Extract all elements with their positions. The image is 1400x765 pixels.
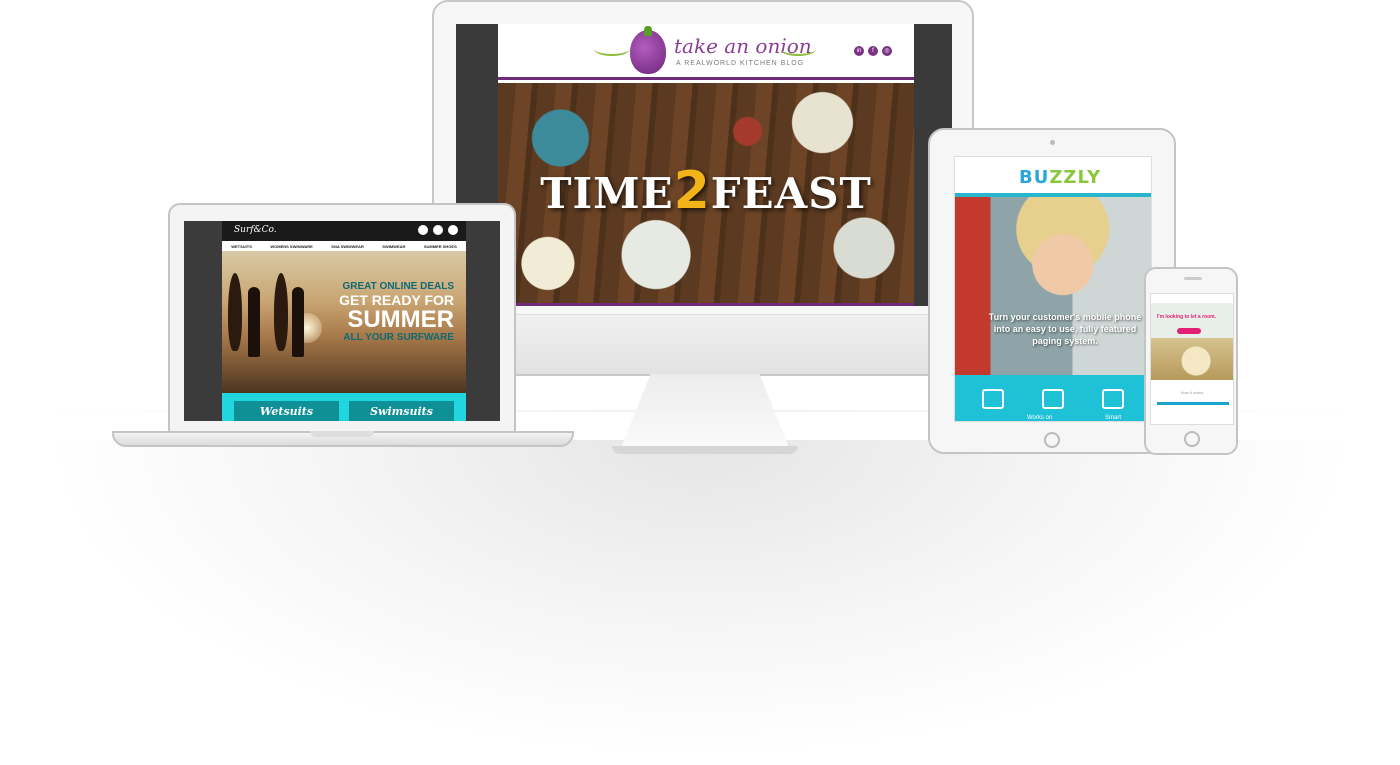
- linkedin-icon[interactable]: [418, 225, 428, 235]
- money-icon: [1102, 389, 1124, 409]
- room-site-divider: [1157, 402, 1229, 405]
- buzzly-header: BUZZLY: [955, 157, 1151, 197]
- phone: I'm looking to let a room. How it works: [1144, 267, 1238, 455]
- monitor-stand-base: [612, 446, 798, 454]
- surfer-silhouette: [248, 287, 260, 357]
- facebook-icon[interactable]: f: [868, 46, 878, 56]
- surf-shop-hero-copy: GREAT ONLINE DEALS GET READY FOR SUMMER …: [339, 281, 454, 343]
- surfboard-silhouette: [228, 273, 242, 351]
- floor-shadow: [40, 440, 1360, 760]
- food-blog-hero: TIME2FEAST: [498, 83, 914, 306]
- phone-speaker: [1184, 277, 1202, 280]
- category-swimsuits[interactable]: Swimsuits: [349, 401, 454, 421]
- surfer-silhouette: [292, 287, 304, 357]
- facebook-icon[interactable]: [433, 225, 443, 235]
- surf-shop-brand: Surf&Co.: [234, 225, 277, 235]
- strip-caption-works: Works on: [1027, 415, 1053, 421]
- room-rental-site: I'm looking to let a room. How it works: [1150, 293, 1234, 425]
- instagram-icon[interactable]: [448, 225, 458, 235]
- surf-shop-categories: Wetsuits Swimsuits: [222, 393, 466, 421]
- phone-stack-icon: [982, 389, 1004, 409]
- monitor-stand: [620, 374, 790, 450]
- food-blog-tagline: A REALWORLD KITCHEN BLOG: [676, 60, 805, 67]
- laptop: Surf&Co. WETSUITS WOMENS SWIMWARE SNA SW…: [168, 203, 516, 433]
- hero-line-surfware: ALL YOUR SURFWARE: [343, 332, 454, 343]
- category-wetsuits[interactable]: Wetsuits: [234, 401, 339, 421]
- nav-item-wetsuits[interactable]: WETSUITS: [231, 244, 252, 249]
- surf-shop-site: Surf&Co. WETSUITS WOMENS SWIMWARE SNA SW…: [222, 221, 466, 421]
- hero-word-right: FEAST: [710, 169, 872, 218]
- nav-item-summer-shoes[interactable]: SUMMER SHOES: [424, 244, 457, 249]
- buzzly-site: BUZZLY Turn your customer's mobile phone…: [954, 156, 1152, 422]
- food-blog-hero-title: TIME2FEAST: [498, 161, 914, 221]
- buzzly-logo-part2: ZZLY: [1049, 167, 1102, 188]
- room-site-section-title: How it works: [1180, 390, 1204, 395]
- hero-line-summer: SUMMER: [347, 306, 454, 333]
- buzzly-logo-part1: BU: [1019, 167, 1050, 188]
- hero-line-deals: GREAT ONLINE DEALS: [342, 281, 454, 292]
- food-blog-site: take an onion A REALWORLD KITCHEN BLOG i…: [498, 24, 914, 306]
- laptop-notch: [310, 431, 374, 437]
- box-icon: [1042, 389, 1064, 409]
- strip-caption-smart: Smart: [1105, 415, 1122, 421]
- nav-item-sna-swimwear[interactable]: SNA SWIMWEAR: [331, 244, 364, 249]
- vine-decoration-icon: [780, 42, 816, 56]
- surf-shop-social: [418, 225, 458, 235]
- room-site-hero-title: I'm looking to let a room.: [1157, 314, 1216, 320]
- buzzly-hero: Turn your customer's mobile phone into a…: [955, 197, 1151, 375]
- vine-decoration-icon: [594, 42, 630, 56]
- nav-item-womens-swimware[interactable]: WOMENS SWIMWARE: [270, 244, 312, 249]
- nav-item-swimwear[interactable]: SWIMWEAR: [382, 244, 405, 249]
- buzzly-hero-copy: Turn your customer's mobile phone into a…: [988, 312, 1142, 346]
- hero-word-accent: 2: [673, 161, 711, 221]
- onion-logo-icon: [630, 26, 666, 74]
- hero-word-left: TIME: [540, 169, 674, 218]
- instagram-icon[interactable]: ◎: [882, 46, 892, 56]
- room-site-header: [1151, 294, 1233, 304]
- tablet: BUZZLY Turn your customer's mobile phone…: [928, 128, 1176, 454]
- tablet-camera: [1050, 140, 1055, 145]
- phone-home-button: [1184, 431, 1200, 447]
- surf-shop-nav: WETSUITS WOMENS SWIMWARE SNA SWIMWEAR SW…: [222, 241, 466, 251]
- food-blog-header: take an onion A REALWORLD KITCHEN BLOG i…: [498, 24, 914, 80]
- food-blog-social: in f ◎: [854, 46, 892, 56]
- linkedin-icon[interactable]: in: [854, 46, 864, 56]
- tablet-home-button: [1044, 432, 1060, 448]
- surf-shop-hero: GREAT ONLINE DEALS GET READY FOR SUMMER …: [222, 251, 466, 393]
- buzzly-feature-strip: Works on Smart: [955, 375, 1151, 421]
- room-site-cta-button[interactable]: [1177, 328, 1201, 334]
- buzzly-logo: BUZZLY: [1019, 167, 1101, 188]
- surf-shop-topbar: Surf&Co.: [222, 221, 466, 241]
- surfboard-silhouette: [274, 273, 288, 351]
